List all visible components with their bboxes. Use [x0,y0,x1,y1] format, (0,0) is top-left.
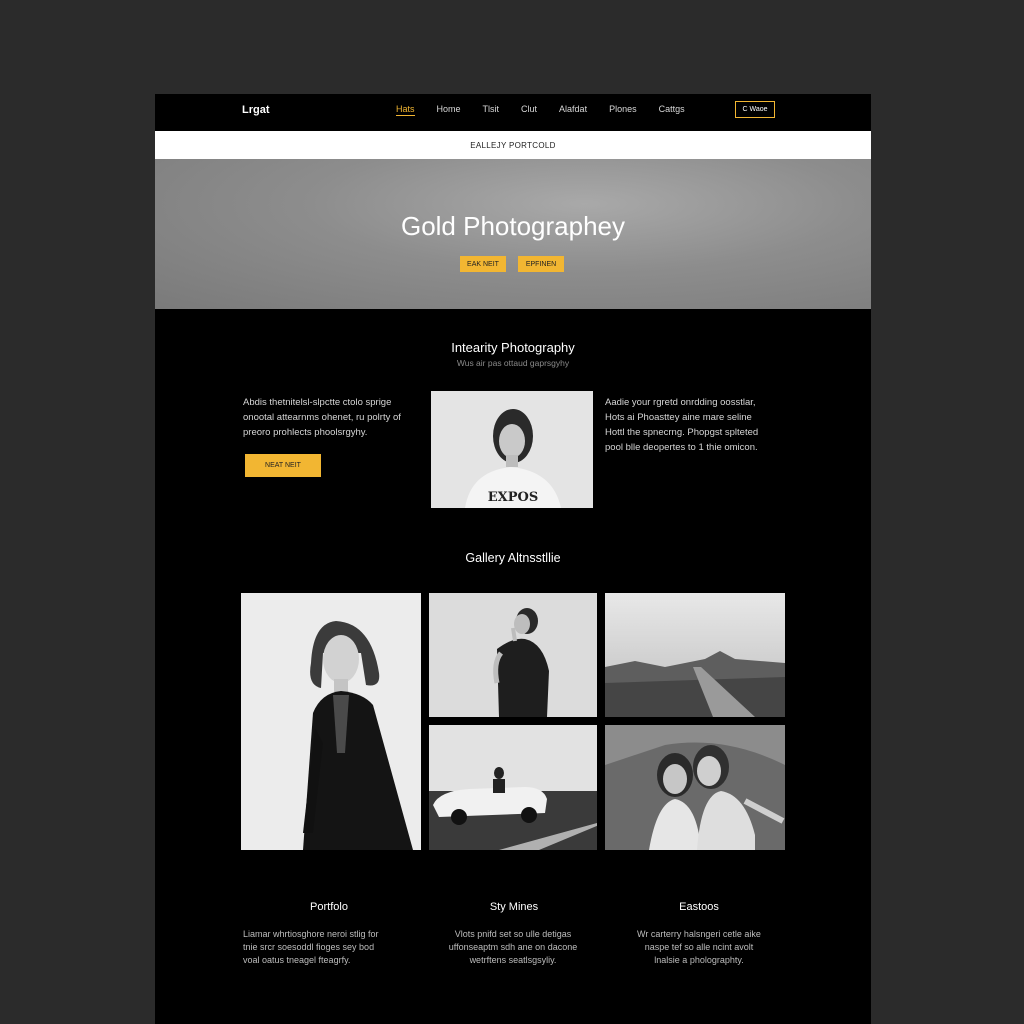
about-left-text: Abdis thetnitelsl-slpctte ctolo sprige o… [243,395,433,440]
nav-item-cattgs[interactable]: Cattgs [659,104,685,116]
portrait-photo[interactable]: EXPOS [431,391,593,508]
gallery-photo-convertible-car[interactable] [429,725,597,850]
gallery-illustration [241,593,421,850]
nav-item-clut[interactable]: Clut [521,104,537,116]
gallery-illustration [429,593,597,717]
column-line: Vlots pnifd set so ulle detigas [454,929,572,939]
hero-secondary-button[interactable]: EPFINEN [518,256,564,272]
gallery-photo-woman-dress[interactable] [429,593,597,717]
column-line: uffonseaptm sdh ane on dacone [448,942,578,952]
nav-item-home[interactable]: Home [437,104,461,116]
column-line: lnalsie a pholographty. [654,955,744,965]
about-right-line: Aadie your rgretd onrdding oosstlar, [605,397,756,408]
column-line: Wr carterry halsngeri cetle aike [637,929,761,939]
about-subtitle: Wus air pas ottaud gaprsgyhy [456,358,570,368]
subbar-label[interactable]: EALLEJY PORTCOLD [470,141,555,150]
nav-item-tlsit[interactable]: Tlsit [483,104,500,116]
nav-cta-button[interactable]: C Waoe [735,101,775,118]
gallery-illustration [605,725,785,850]
nav-item-alafdat[interactable]: Alafdat [559,104,587,116]
gallery-photo-woman-blazer[interactable] [241,593,421,850]
about-right-line: Hottl the spnecrng. Phopgst splteted [605,427,759,438]
about-left-line: preoro prohlects phoolsrgyhy. [243,427,368,438]
about-left-line: onootal attearnms ohenet, ru polrty of [243,412,401,423]
hero-title: Gold Photographey [400,211,626,241]
svg-text:EXPOS: EXPOS [488,490,538,505]
hero-primary-button[interactable]: EAK NEIT [460,256,506,272]
nav-item-hats[interactable]: Hats [396,104,415,116]
column-text-services: Vlots pnifd set so ulle detigas uffonsea… [413,928,613,967]
gallery-title: Gallery Altnsstllie [465,551,561,565]
nav-item-plones[interactable]: Plones [609,104,637,116]
about-title: Intearity Photography [451,340,575,355]
gallery-portfolio-bar: EALLEJY PORTCOLD [155,131,871,159]
column-line: naspe tef so alle ncint avolt [644,942,754,952]
website-page: Lrgat Hats Home Tlsit Clut Alafdat Plone… [155,94,871,1024]
gallery-photo-landscape-road[interactable] [605,593,785,717]
top-navbar: Lrgat Hats Home Tlsit Clut Alafdat Plone… [155,94,871,131]
portrait-illustration: EXPOS [431,391,593,508]
column-title-eastoos: Eastoos [679,901,719,913]
gallery-illustration [429,725,597,850]
gallery-illustration [605,593,785,717]
column-text-eastoos: Wr carterry halsngeri cetle aike naspe t… [599,928,799,967]
column-line: wetrftens seatlsgsyliy. [469,955,557,965]
about-right-line: pool blle deopertes to 1 thie omicon. [605,442,758,453]
gallery-photo-two-women[interactable] [605,725,785,850]
hero-banner: Gold Photographey EAK NEIT EPFINEN [155,159,871,309]
nav-menu: Hats Home Tlsit Clut Alafdat Plones Catt… [396,104,707,116]
about-right-line: Hots ai Phoasttey aine mare seline [605,412,752,423]
site-logo[interactable]: Lrgat [242,104,270,116]
about-left-line: Abdis thetnitelsl-slpctte ctolo sprige [243,397,392,408]
about-read-more-button[interactable]: NEAT NEIT [245,454,321,477]
about-right-text: Aadie your rgretd onrdding oosstlar, Hot… [605,395,795,455]
